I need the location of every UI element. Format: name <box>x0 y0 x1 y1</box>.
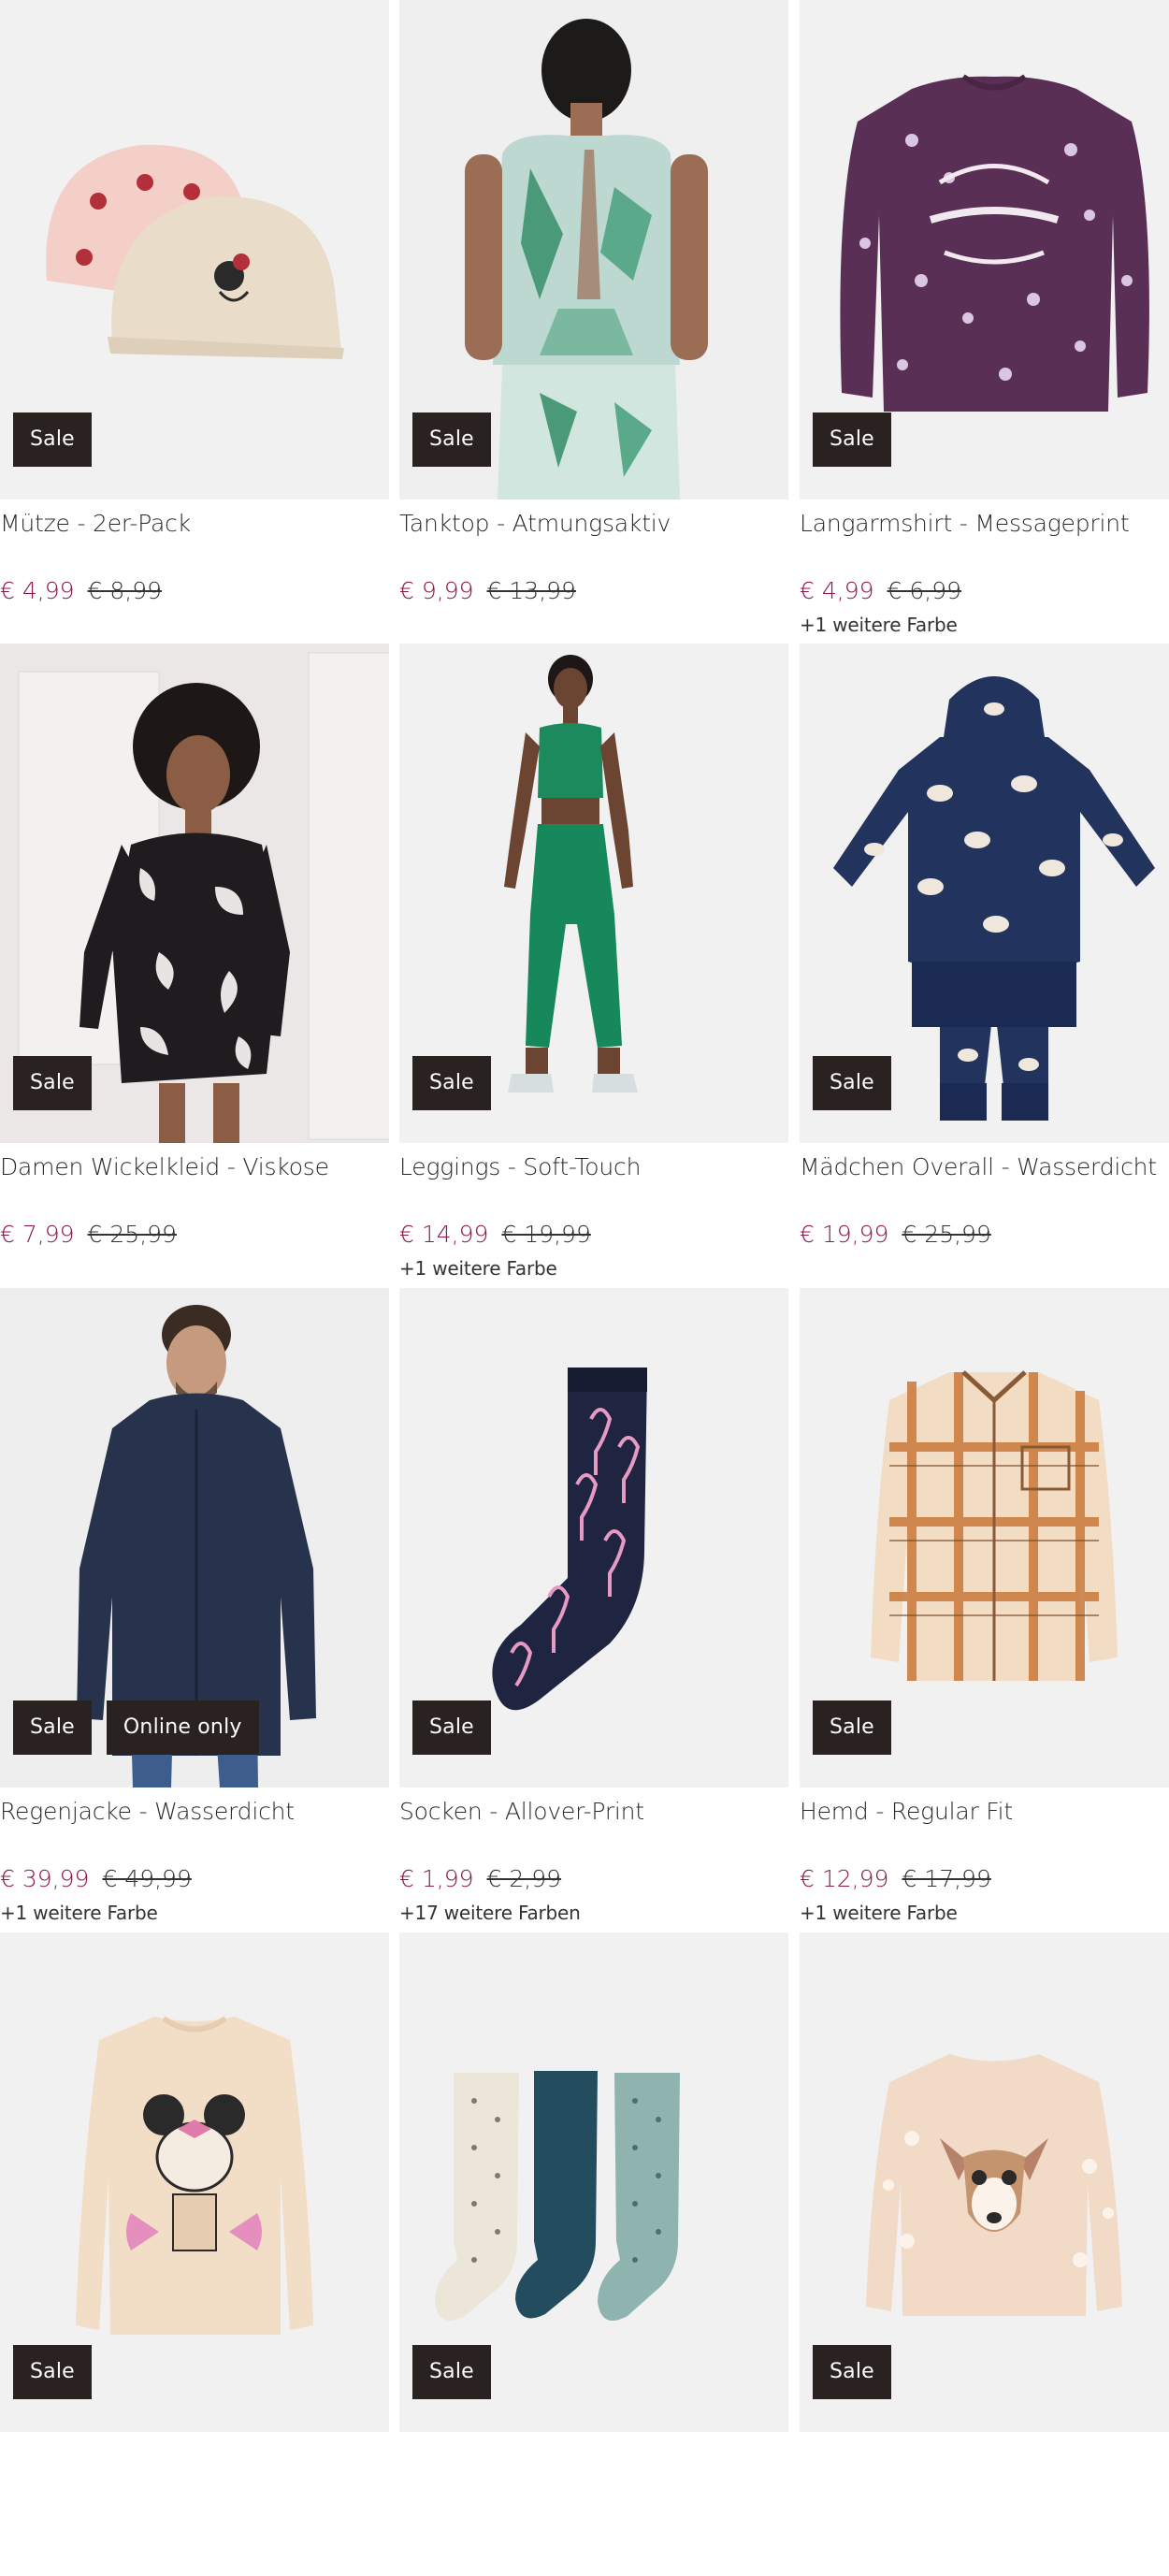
product-card[interactable]: Sale <box>800 1932 1169 2576</box>
price-block: € 1,99 € 2,99 <box>399 1865 561 1892</box>
original-price: € 2,99 <box>486 1865 562 1892</box>
more-colors-label[interactable]: +1 weitere Farbe <box>0 1902 158 1924</box>
product-card[interactable]: Sale Mütze - 2er-Pack € 4,99 € 8,99 <box>0 0 389 644</box>
price-block <box>800 2510 813 2537</box>
price-block <box>0 2510 13 2537</box>
online-only-badge: Online only <box>106 1700 259 1755</box>
price-block: € 12,99 € 17,99 <box>800 1865 991 1892</box>
product-name[interactable]: Hemd - Regular Fit <box>800 1798 1013 1825</box>
more-colors-label[interactable]: +1 weitere Farbe <box>399 1257 557 1280</box>
badge-list: Sale <box>813 1700 891 1755</box>
badge-list: Sale <box>412 1700 491 1755</box>
price-block: € 4,99 € 6,99 <box>800 577 961 604</box>
price-block: € 14,99 € 19,99 <box>399 1221 591 1248</box>
price-block <box>399 2510 412 2537</box>
price-block: € 19,99 € 25,99 <box>800 1221 991 1248</box>
badge-list: Sale <box>813 412 891 467</box>
original-price: € 8,99 <box>87 577 163 604</box>
sale-badge: Sale <box>813 1700 891 1755</box>
sale-price: € 1,99 <box>399 1865 474 1892</box>
badge-list: Sale <box>13 2345 92 2399</box>
sale-badge: Sale <box>13 2345 92 2399</box>
badge-list: Sale <box>13 412 92 467</box>
sale-price: € 4,99 <box>800 577 874 604</box>
more-colors-label[interactable]: +17 weitere Farben <box>399 1902 581 1924</box>
badge-list: Sale <box>13 1056 92 1110</box>
price-block: € 7,99 € 25,99 <box>0 1221 177 1248</box>
product-card[interactable]: Sale Leggings - Soft-Touch € 14,99 € 19,9… <box>399 644 788 1287</box>
product-name[interactable]: Socken - Allover-Print <box>399 1798 644 1825</box>
original-price: € 25,99 <box>87 1221 177 1248</box>
original-price: € 49,99 <box>102 1865 192 1892</box>
product-card[interactable]: Sale Socken - Allover-Print € 1,99 € 2,99… <box>399 1288 788 1932</box>
sale-price: € 9,99 <box>399 577 474 604</box>
original-price: € 6,99 <box>887 577 962 604</box>
sale-price: € 39,99 <box>0 1865 90 1892</box>
sale-badge: Sale <box>412 1700 491 1755</box>
more-colors-label[interactable]: +1 weitere Farbe <box>800 614 958 636</box>
sale-badge: Sale <box>13 1700 92 1755</box>
badge-list: Sale <box>813 1056 891 1110</box>
product-card[interactable]: Sale Mädchen Overall - Wasserdicht € 19,… <box>800 644 1169 1287</box>
sale-badge: Sale <box>412 1056 491 1110</box>
product-name[interactable]: Damen Wickelkleid - Viskose <box>0 1153 329 1180</box>
sale-price: € 4,99 <box>0 577 75 604</box>
product-card[interactable]: Sale Online only Regenjacke - Wasserdicht… <box>0 1288 389 1932</box>
product-name[interactable]: Tanktop - Atmungsaktiv <box>399 510 671 537</box>
product-name[interactable]: Regenjacke - Wasserdicht <box>0 1798 295 1825</box>
price-block: € 9,99 € 13,99 <box>399 577 576 604</box>
sale-badge: Sale <box>412 2345 491 2399</box>
price-block: € 4,99 € 8,99 <box>0 577 162 604</box>
sale-badge: Sale <box>813 412 891 467</box>
product-card[interactable]: Sale Tanktop - Atmungsaktiv € 9,99 € 13,9… <box>399 0 788 644</box>
product-name[interactable]: Mütze - 2er-Pack <box>0 510 191 537</box>
badge-list: Sale <box>412 1056 491 1110</box>
product-card[interactable]: Sale Damen Wickelkleid - Viskose € 7,99 €… <box>0 644 389 1287</box>
badge-list: Sale <box>412 412 491 467</box>
product-card[interactable]: Sale Langarmshirt - Messageprint € 4,99 €… <box>800 0 1169 644</box>
sale-badge: Sale <box>13 412 92 467</box>
original-price: € 17,99 <box>902 1865 991 1892</box>
product-card[interactable]: Sale <box>399 1932 788 2576</box>
sale-price: € 14,99 <box>399 1221 489 1248</box>
badge-list: Sale <box>412 2345 491 2399</box>
sale-badge: Sale <box>412 412 491 467</box>
badge-list: Sale <box>813 2345 891 2399</box>
sale-badge: Sale <box>13 1056 92 1110</box>
sale-price: € 19,99 <box>800 1221 889 1248</box>
product-name[interactable]: Leggings - Soft-Touch <box>399 1153 641 1180</box>
product-card[interactable]: Sale <box>0 1932 389 2576</box>
sale-badge: Sale <box>813 2345 891 2399</box>
original-price: € 13,99 <box>486 577 576 604</box>
product-name[interactable]: Mädchen Overall - Wasserdicht <box>800 1153 1157 1180</box>
badge-list: Sale Online only <box>13 1700 259 1755</box>
original-price: € 25,99 <box>902 1221 991 1248</box>
product-card[interactable]: Sale Hemd - Regular Fit € 12,99 € 17,99 +… <box>800 1288 1169 1932</box>
sale-price: € 12,99 <box>800 1865 889 1892</box>
product-grid: Sale Mütze - 2er-Pack € 4,99 € 8,99 Sale … <box>0 0 1169 2432</box>
sale-badge: Sale <box>813 1056 891 1110</box>
sale-price: € 7,99 <box>0 1221 75 1248</box>
original-price: € 19,99 <box>501 1221 591 1248</box>
price-block: € 39,99 € 49,99 <box>0 1865 192 1892</box>
more-colors-label[interactable]: +1 weitere Farbe <box>800 1902 958 1924</box>
product-name[interactable]: Langarmshirt - Messageprint <box>800 510 1130 537</box>
